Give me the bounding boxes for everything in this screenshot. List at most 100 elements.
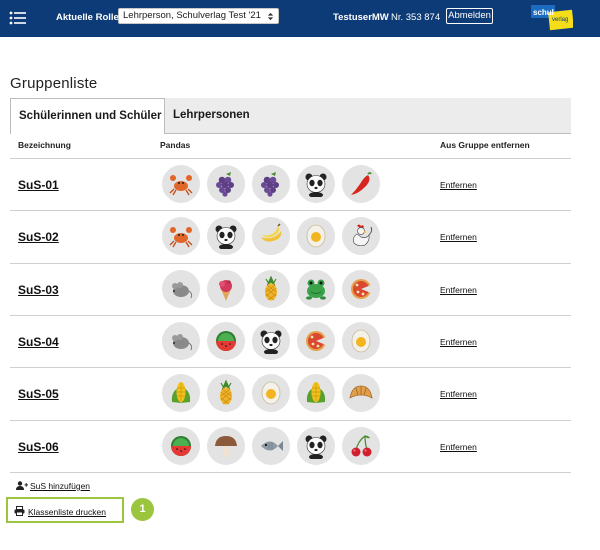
avatar — [207, 269, 245, 308]
printer-icon — [14, 506, 25, 516]
menu-icon[interactable] — [9, 11, 27, 25]
ice-cream-icon — [219, 279, 232, 301]
user-name: TestuserMW — [333, 12, 389, 23]
avatar — [342, 269, 380, 308]
crab-icon — [169, 227, 193, 248]
table-row: SuS-03 Entfernen — [10, 262, 571, 315]
mouse-icon — [172, 333, 193, 351]
remove-link[interactable]: Entfernen — [440, 442, 477, 452]
remove-link[interactable]: Entfernen — [440, 389, 477, 399]
avatar — [342, 165, 380, 203]
column-header-remove: Aus Gruppe entfernen — [440, 140, 530, 150]
table-row: SuS-04 Entfernen — [10, 314, 571, 367]
avatar — [297, 217, 335, 256]
table-bottom-divider — [10, 472, 571, 473]
watermelon-icon — [171, 435, 191, 456]
column-header-name: Bezeichnung — [18, 140, 71, 150]
corn-icon — [171, 382, 191, 404]
avatar — [207, 321, 245, 360]
print-class-list-link[interactable]: Klassenliste drucken — [14, 506, 106, 517]
logout-button[interactable]: Abmelden — [446, 8, 493, 24]
mushroom-icon — [215, 435, 237, 457]
table-row: SuS-02 Entfernen — [10, 210, 571, 262]
pizza-icon — [306, 330, 326, 351]
panda-icon — [305, 435, 327, 459]
group-name-link[interactable]: SuS-01 — [18, 178, 59, 192]
table-row: SuS-06 Entfernen — [10, 419, 571, 472]
avatar — [252, 165, 290, 203]
avatar-list — [162, 217, 402, 257]
tab-bar: Schülerinnen und Schüler Lehrpersonen — [10, 98, 571, 134]
avatar-list — [162, 321, 402, 362]
avatar — [207, 217, 245, 256]
panda-icon — [215, 225, 237, 250]
remove-link[interactable]: Entfernen — [440, 337, 477, 347]
remove-link[interactable]: Entfernen — [440, 180, 477, 190]
avatar — [162, 165, 200, 203]
pizza-icon — [351, 278, 371, 299]
avatar — [252, 426, 290, 465]
egg-icon — [261, 381, 281, 405]
watermelon-icon — [216, 330, 236, 351]
grapes-icon — [261, 172, 279, 197]
table-row: SuS-01 Entfernen — [10, 158, 571, 210]
avatar — [162, 269, 200, 308]
pineapple-icon — [220, 380, 232, 405]
chevron-updown-icon — [267, 12, 274, 21]
avatar — [252, 269, 290, 308]
step-badge: 1 — [131, 498, 154, 521]
grapes-icon — [216, 172, 234, 197]
avatar — [162, 321, 200, 360]
avatar — [252, 321, 290, 360]
croissant-icon — [349, 385, 373, 399]
remove-link[interactable]: Entfernen — [440, 232, 477, 242]
avatar — [162, 217, 200, 256]
avatar — [252, 217, 290, 256]
corn-icon — [306, 382, 326, 404]
avatar — [207, 426, 245, 465]
avatar — [297, 374, 335, 413]
rooster-icon — [353, 224, 373, 247]
tab-teachers[interactable]: Lehrpersonen — [165, 98, 571, 133]
avatar — [297, 426, 335, 465]
group-name-link[interactable]: SuS-06 — [18, 440, 59, 454]
group-name-link[interactable]: SuS-05 — [18, 387, 59, 401]
column-header-icons: Pandas — [160, 140, 191, 150]
user-number: Nr. 353 874 — [391, 12, 441, 23]
remove-link[interactable]: Entfernen — [440, 285, 477, 295]
role-select-value: Lehrperson, Schulverlag Test '21 — [123, 10, 261, 21]
crab-icon — [169, 175, 193, 196]
cherries-icon — [351, 434, 372, 456]
role-label: Aktuelle Rolle — [56, 12, 119, 23]
schulverlag-logo[interactable]: schul verlag — [531, 5, 573, 31]
pineapple-icon — [265, 275, 277, 301]
avatar — [252, 374, 290, 413]
egg-icon — [306, 224, 326, 248]
group-name-link[interactable]: SuS-04 — [18, 335, 59, 349]
avatar-list — [162, 426, 402, 467]
avatar-list — [162, 165, 402, 205]
group-name-link[interactable]: SuS-03 — [18, 283, 59, 297]
avatar-list — [162, 269, 402, 310]
avatar — [342, 321, 380, 360]
tab-students[interactable]: Schülerinnen und Schüler — [10, 98, 165, 134]
page-title: Gruppenliste — [10, 75, 98, 92]
fish-icon — [261, 440, 283, 451]
avatar — [342, 426, 380, 465]
avatar — [297, 321, 335, 360]
role-select[interactable]: Lehrperson, Schulverlag Test '21 — [118, 8, 279, 24]
avatar — [297, 269, 335, 308]
banana-icon — [261, 223, 282, 242]
chili-icon — [351, 172, 372, 195]
egg-icon — [351, 329, 371, 353]
add-students-label: SuS hinzufügen — [30, 481, 91, 491]
group-name-link[interactable]: SuS-02 — [18, 230, 59, 244]
panda-icon — [260, 330, 282, 354]
frog-icon — [306, 279, 326, 300]
add-students-link[interactable]: SuS hinzufügen — [16, 481, 90, 491]
print-highlight: Klassenliste drucken — [6, 497, 124, 523]
panda-icon — [305, 173, 327, 197]
top-bar: Aktuelle Rolle Lehrperson, Schulverlag T… — [0, 0, 600, 37]
avatar — [342, 217, 380, 256]
logo-text-bottom: verlag — [552, 17, 568, 23]
